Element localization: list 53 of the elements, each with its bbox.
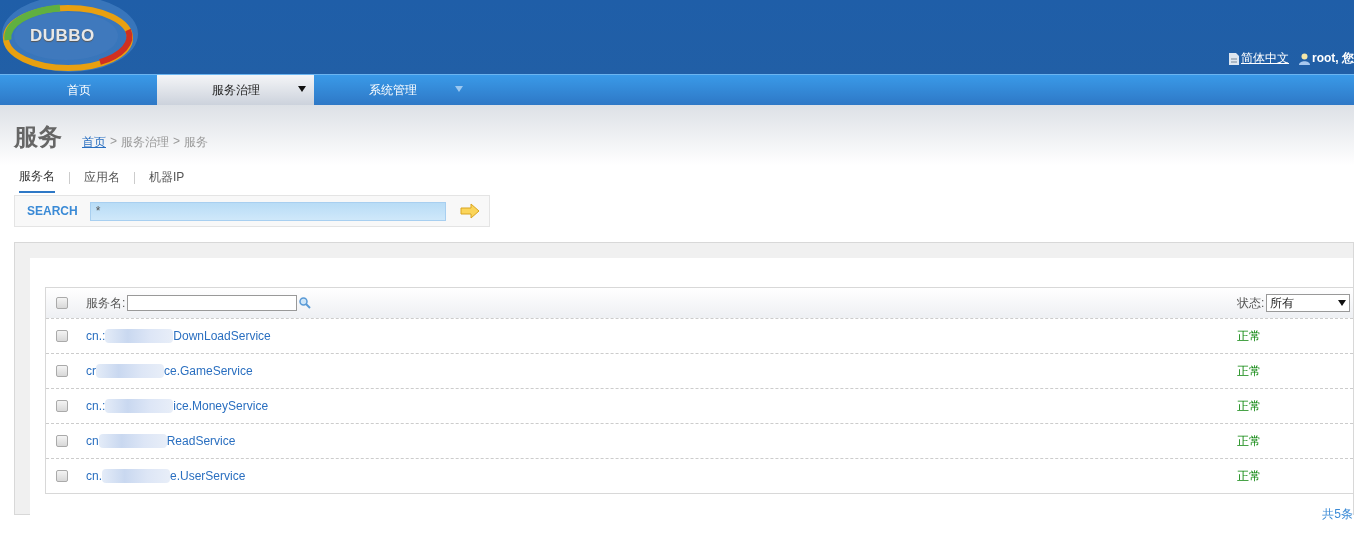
- status-text: 正常: [1237, 432, 1262, 450]
- checkbox[interactable]: [56, 330, 68, 342]
- search-tab[interactable]: 应用名: [84, 169, 120, 192]
- breadcrumb-separator: >: [173, 134, 181, 150]
- service-link[interactable]: DownLoadService: [173, 329, 271, 343]
- page-title: 服务: [14, 122, 62, 152]
- arrow-right-icon[interactable]: [459, 203, 480, 219]
- breadcrumb-link[interactable]: 首页: [82, 134, 106, 151]
- nav-tab[interactable]: 系统管理: [314, 75, 471, 105]
- checkbox[interactable]: [56, 365, 68, 377]
- status-text: 正常: [1237, 397, 1262, 415]
- service-link[interactable]: cn.: [86, 469, 102, 483]
- nav-tab[interactable]: 服务治理: [157, 75, 314, 105]
- user-greeting: root, 您: [1312, 50, 1354, 67]
- language-link[interactable]: 简体中文: [1241, 50, 1289, 67]
- status-text: 正常: [1237, 467, 1262, 485]
- redaction-blur: [96, 364, 164, 378]
- checkbox[interactable]: [56, 297, 68, 309]
- checkbox[interactable]: [56, 435, 68, 447]
- search-field[interactable]: *: [89, 201, 446, 221]
- service-link[interactable]: ce.GameService: [164, 364, 253, 378]
- redaction-blur: [105, 329, 174, 343]
- nav-tab[interactable]: 首页: [0, 75, 157, 105]
- service-link[interactable]: e.UserService: [170, 469, 246, 483]
- service-link[interactable]: ice.MoneyService: [173, 399, 269, 413]
- search-icon[interactable]: [299, 297, 312, 309]
- breadcrumb-separator: >: [110, 134, 117, 150]
- filter-field[interactable]: [127, 295, 298, 311]
- search-label: SEARCH: [26, 204, 79, 218]
- search-tab[interactable]: 机器IP: [149, 169, 185, 192]
- service-link[interactable]: cn: [86, 434, 99, 448]
- search-tab[interactable]: 服务名: [19, 168, 55, 193]
- breadcrumb-item: 服务: [184, 134, 209, 151]
- redaction-blur: [105, 399, 174, 413]
- status-dropdown[interactable]: 所有: [1266, 294, 1351, 312]
- user-icon: [1299, 52, 1310, 65]
- service-link[interactable]: cn.:: [86, 329, 106, 343]
- redaction-blur: [102, 469, 170, 483]
- caret-icon: [1338, 300, 1347, 306]
- document-icon: [1229, 52, 1239, 65]
- filter-label: 状态:: [1237, 294, 1265, 312]
- filter-label: 服务名:: [86, 294, 126, 312]
- checkbox[interactable]: [56, 400, 68, 412]
- status-text: 正常: [1237, 362, 1262, 380]
- logo-text: DUBBO: [30, 26, 95, 46]
- breadcrumb-item: 服务治理: [121, 134, 169, 151]
- service-link[interactable]: cn.:: [86, 399, 106, 413]
- service-link[interactable]: ReadService: [166, 434, 236, 448]
- pagination-total: 共5条: [1322, 506, 1353, 523]
- redaction-blur: [98, 434, 167, 448]
- service-link[interactable]: cr: [86, 364, 96, 378]
- checkbox[interactable]: [56, 470, 68, 482]
- status-text: 正常: [1237, 327, 1262, 345]
